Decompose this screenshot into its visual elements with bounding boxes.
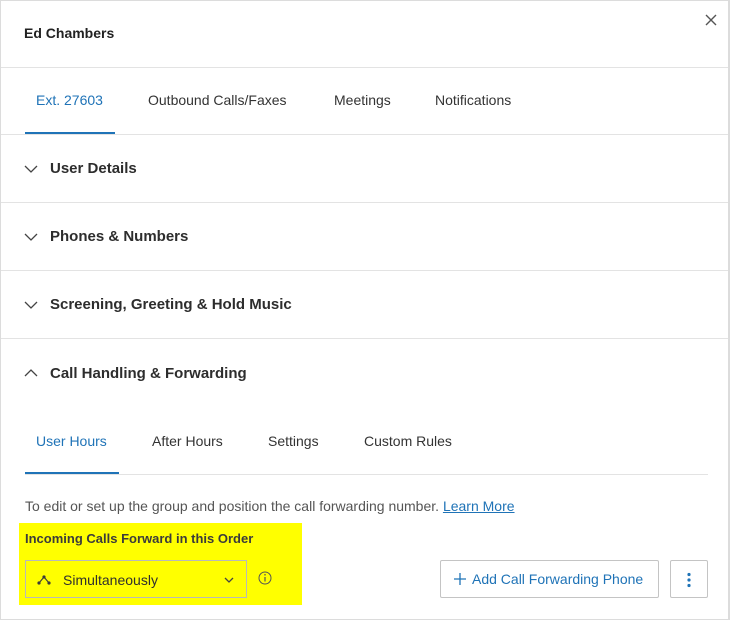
forward-order-select[interactable]: Simultaneously [25, 560, 247, 598]
vertical-dots-icon [687, 572, 691, 588]
forward-order-value: Simultaneously [63, 572, 158, 588]
active-subtab-indicator [25, 472, 119, 474]
add-button-label: Add Call Forwarding Phone [472, 571, 644, 587]
forwarding-description: To edit or set up the group and position… [25, 498, 515, 514]
active-tab-indicator [25, 132, 115, 134]
info-icon[interactable] [258, 571, 272, 585]
section-label: Call Handling & Forwarding [50, 365, 247, 382]
chevron-down-icon [23, 297, 39, 313]
call-handling-subtabs: User Hours After Hours Settings Custom R… [25, 408, 708, 475]
chevron-down-icon [222, 573, 236, 587]
section-phones-numbers[interactable]: Phones & Numbers [1, 203, 728, 271]
tab-extension[interactable]: Ext. 27603 [36, 92, 103, 108]
main-tabs: Ext. 27603 Outbound Calls/Faxes Meetings… [1, 68, 728, 135]
subtab-user-hours[interactable]: User Hours [36, 433, 107, 449]
plus-icon [453, 572, 467, 586]
subtab-after-hours[interactable]: After Hours [152, 433, 223, 449]
chevron-down-icon [23, 161, 39, 177]
tab-notifications[interactable]: Notifications [435, 92, 511, 108]
subtab-custom-rules[interactable]: Custom Rules [364, 433, 452, 449]
description-text: To edit or set up the group and position… [25, 498, 440, 514]
section-label: Screening, Greeting & Hold Music [50, 296, 292, 313]
learn-more-link[interactable]: Learn More [443, 498, 515, 514]
section-user-details[interactable]: User Details [1, 135, 728, 203]
more-options-button[interactable] [670, 560, 708, 598]
subtab-settings[interactable]: Settings [268, 433, 319, 449]
tab-outbound-calls-faxes[interactable]: Outbound Calls/Faxes [148, 92, 287, 108]
tab-meetings[interactable]: Meetings [334, 92, 391, 108]
chevron-down-icon [23, 229, 39, 245]
section-label: Phones & Numbers [50, 228, 189, 245]
section-call-handling[interactable]: Call Handling & Forwarding [1, 339, 728, 408]
user-settings-panel: Ed Chambers Ext. 27603 Outbound Calls/Fa… [0, 0, 730, 620]
chevron-up-icon [23, 365, 39, 381]
panel-header: Ed Chambers [1, 1, 728, 68]
add-call-forwarding-phone-button[interactable]: Add Call Forwarding Phone [440, 560, 659, 598]
forward-order-label: Incoming Calls Forward in this Order [25, 531, 254, 546]
simultaneous-ring-icon [36, 572, 52, 588]
section-label: User Details [50, 160, 137, 177]
close-icon[interactable] [701, 10, 721, 30]
section-screening-greeting[interactable]: Screening, Greeting & Hold Music [1, 271, 728, 339]
page-title: Ed Chambers [24, 25, 115, 41]
